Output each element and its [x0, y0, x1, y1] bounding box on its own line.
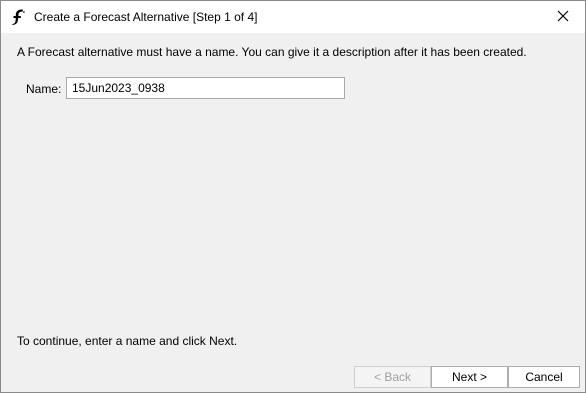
name-input[interactable] — [66, 77, 345, 99]
hint-text: To continue, enter a name and click Next… — [17, 334, 238, 348]
window-title: Create a Forecast Alternative [Step 1 of… — [34, 10, 258, 24]
instruction-text: A Forecast alternative must have a name.… — [17, 45, 527, 59]
name-label: Name: — [26, 82, 62, 96]
close-icon — [557, 10, 569, 25]
back-button[interactable]: < Back — [354, 366, 431, 388]
next-button[interactable]: Next > — [431, 366, 508, 388]
title-bar[interactable]: Create a Forecast Alternative [Step 1 of… — [1, 1, 585, 33]
dialog-content: A Forecast alternative must have a name.… — [1, 33, 585, 392]
close-button[interactable] — [541, 1, 585, 33]
cancel-button[interactable]: Cancel — [508, 366, 580, 388]
hec-logo-icon — [10, 8, 26, 26]
dialog-window: Create a Forecast Alternative [Step 1 of… — [0, 0, 586, 393]
